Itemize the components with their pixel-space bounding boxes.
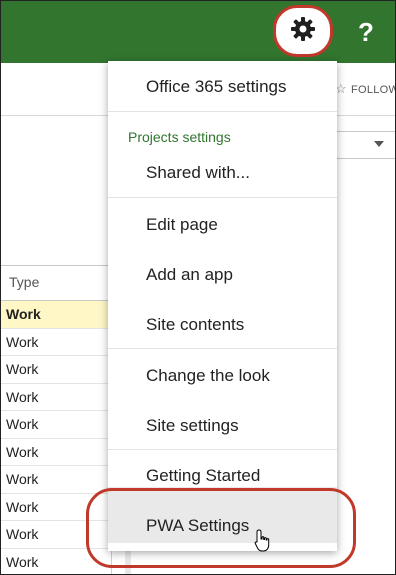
chevron-down-icon[interactable]	[374, 141, 384, 147]
view-selector[interactable]	[331, 131, 395, 159]
settings-button[interactable]	[273, 5, 333, 57]
app-window: ? ☆ FOLLOW Type Work Work Work Work Work …	[0, 0, 396, 575]
menu-item-office365-settings[interactable]: Office 365 settings	[108, 77, 337, 97]
help-icon: ?	[358, 16, 374, 47]
suite-bar: ?	[1, 1, 395, 63]
gear-icon	[290, 16, 316, 47]
menu-item-add-an-app[interactable]: Add an app	[108, 265, 337, 285]
menu-section-projects-settings: Projects settings	[128, 129, 231, 145]
table-row[interactable]: Work	[1, 329, 111, 356]
table-row[interactable]: Work	[1, 356, 111, 384]
table-row[interactable]: Work	[1, 301, 111, 329]
follow-button[interactable]: ☆ FOLLOW	[335, 81, 396, 97]
menu-item-site-contents[interactable]: Site contents	[108, 315, 337, 335]
table-row[interactable]: Work	[1, 466, 111, 494]
hand-cursor-icon	[254, 529, 272, 558]
menu-item-change-the-look[interactable]: Change the look	[108, 366, 337, 386]
column-header-type[interactable]: Type	[1, 265, 111, 301]
menu-divider	[108, 197, 337, 198]
menu-divider	[108, 111, 337, 112]
menu-item-getting-started[interactable]: Getting Started	[108, 466, 337, 486]
follow-label: FOLLOW	[350, 84, 396, 96]
menu-item-site-settings[interactable]: Site settings	[108, 416, 337, 436]
table-row[interactable]: Work	[1, 439, 111, 466]
settings-menu: Office 365 settings Projects settings Sh…	[108, 61, 337, 551]
table-row[interactable]: Work	[1, 384, 111, 411]
table-row[interactable]: Work	[1, 411, 111, 439]
menu-item-edit-page[interactable]: Edit page	[108, 215, 337, 235]
menu-divider	[108, 348, 337, 349]
highlight-ring	[86, 488, 356, 568]
menu-divider	[108, 449, 337, 450]
menu-item-shared-with[interactable]: Shared with...	[108, 163, 337, 183]
help-button[interactable]: ?	[337, 1, 395, 63]
